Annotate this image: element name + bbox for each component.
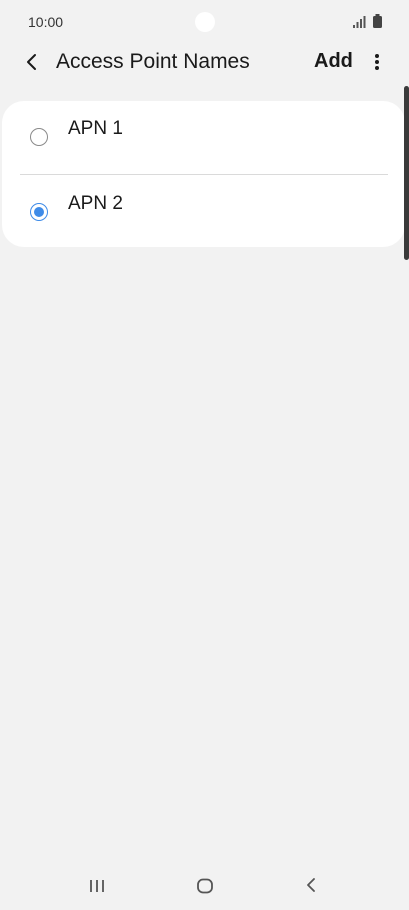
status-bar: 10:00 [0, 0, 409, 44]
signal-icon [353, 15, 367, 33]
apn-1-label: APN 1 [68, 118, 123, 139]
apn-item-2[interactable]: APN 2 [2, 174, 405, 247]
radio-selected-dot-icon [34, 207, 44, 217]
scrollbar[interactable] [404, 86, 409, 260]
apn-1-radio[interactable] [30, 128, 48, 146]
app-bar: Access Point Names Add [0, 40, 409, 84]
more-vert-icon [375, 54, 379, 70]
page-title: Access Point Names [56, 50, 250, 73]
apn-2-label: APN 2 [68, 193, 123, 214]
back-icon[interactable] [304, 876, 318, 899]
home-icon[interactable] [196, 878, 214, 899]
status-time: 10:00 [28, 14, 64, 30]
battery-icon [373, 14, 382, 33]
back-arrow-icon [27, 54, 36, 70]
apn-list: APN 1 APN 2 [2, 101, 405, 247]
back-button[interactable] [18, 48, 46, 76]
add-button[interactable]: Add [314, 50, 353, 73]
recents-icon[interactable] [88, 878, 106, 899]
navigation-bar [0, 862, 409, 910]
more-options-button[interactable] [366, 48, 388, 76]
apn-item-1[interactable]: APN 1 [2, 101, 405, 174]
apn-2-radio[interactable] [30, 203, 48, 221]
front-camera-icon [195, 12, 215, 32]
